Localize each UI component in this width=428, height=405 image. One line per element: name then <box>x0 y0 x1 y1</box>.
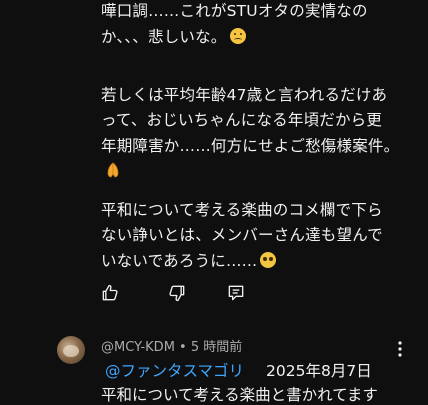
separator: • <box>179 340 187 355</box>
author-name[interactable]: @MCY-KDM <box>101 340 175 355</box>
avatar[interactable] <box>57 336 85 364</box>
comment-line: 若しくは平均年齢47歳と言われるだけあ <box>101 85 388 104</box>
comment-line: 平和について考える楽曲のコメ欄で下ら <box>101 200 383 219</box>
comment-line: って、おじいちゃんになる年頃だから更 <box>101 111 383 129</box>
comment-line: 嘩口調……これがSTUオタの実情なの <box>101 2 368 20</box>
comment-line: 年期障害か……何方にせよご愁傷様案件。 <box>101 136 400 155</box>
timestamp[interactable]: 5 時間前 <box>191 340 242 355</box>
reply-comment: @MCY-KDM • 5 時間前 @ファンタスマゴリ 2025年8月7日 平和につ… <box>0 330 428 404</box>
comment-line: いないであろうに…… <box>101 249 401 275</box>
comment-line: ない諍いとは、メンバーさん達も望んで <box>101 226 383 244</box>
reply-date: 2025年8月7日 <box>266 362 372 380</box>
praying-hands-emoji-icon <box>107 162 119 178</box>
thumbs-up-icon <box>102 284 118 301</box>
pleading-face-emoji-icon <box>260 251 277 268</box>
comment-line: か、、、悲しいな。 <box>101 25 401 51</box>
reply-meta: @MCY-KDM • 5 時間前 <box>101 336 242 355</box>
comment-line <box>101 159 401 185</box>
mention-link[interactable]: @ファンタスマゴリ <box>105 362 244 380</box>
more-options-button[interactable] <box>392 340 408 358</box>
sad-face-emoji-icon <box>229 27 246 44</box>
reply-button[interactable] <box>226 283 246 303</box>
reply-mention-line: @ファンタスマゴリ 2025年8月7日 <box>101 359 372 381</box>
reply-icon <box>228 285 244 301</box>
dislike-button[interactable] <box>167 283 187 303</box>
like-button[interactable] <box>100 283 120 303</box>
kebab-menu-icon <box>398 341 402 357</box>
reply-text: 平和について考える楽曲と書かれてます <box>101 386 378 404</box>
comment-body: 嘩口調……これがSTUオタの実情なの か、、、悲しいな。 若しくは平均年齢47歳… <box>101 0 401 274</box>
thumbs-down-icon <box>169 285 185 302</box>
